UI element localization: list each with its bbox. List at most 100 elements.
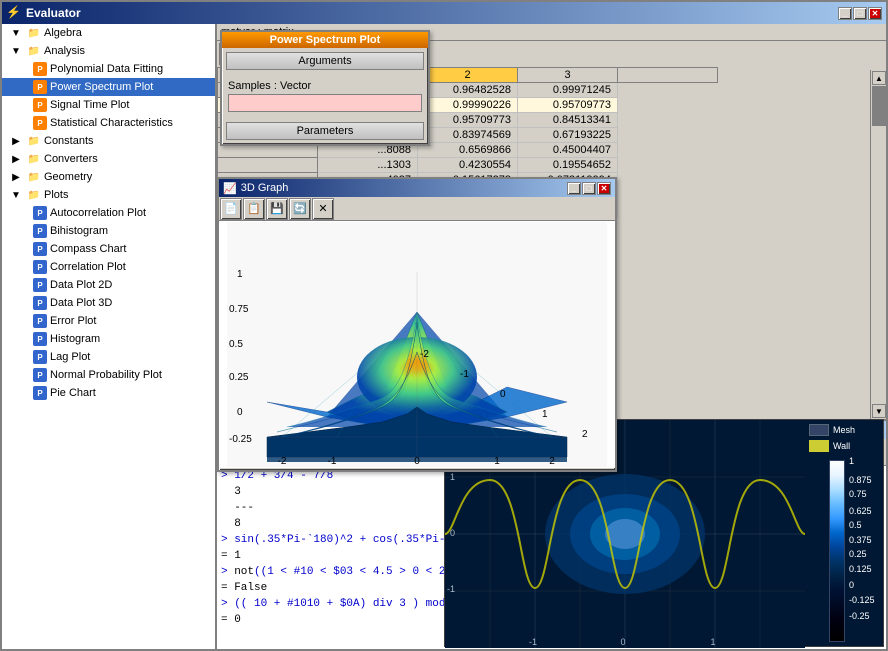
tree-item-statistical[interactable]: P Statistical Characteristics: [2, 114, 215, 132]
matrix-scrollbar[interactable]: ▲ ▼: [870, 70, 886, 419]
func-dataplot2d-icon: P: [32, 277, 48, 293]
tree-item-geometry[interactable]: ▶ 📁 Geometry: [2, 168, 215, 186]
tree-label-polynomial: Polynomial Data Fitting: [50, 63, 163, 75]
tree-label-powerspectrum: Power Spectrum Plot: [50, 81, 153, 93]
graph-3d-win-controls: _ □ ✕: [567, 182, 611, 195]
close-button[interactable]: ✕: [868, 7, 882, 20]
psp-samples-input[interactable]: [228, 94, 422, 112]
collapse-analysis-icon: ▼: [8, 43, 24, 59]
func-bihistogram-icon: P: [32, 223, 48, 239]
tree-item-polynomial[interactable]: P Polynomial Data Fitting: [2, 60, 215, 78]
svg-text:1: 1: [237, 269, 243, 280]
colorbar-panel: Mesh Wall 1 0.875 0.75 0.625 0.5 0.375 0…: [805, 420, 883, 646]
tree-label-correlation: Correlation Plot: [50, 261, 126, 273]
main-title-bar: ⚡ Evaluator _ □ ✕: [2, 2, 886, 24]
tree-item-normalprobability[interactable]: P Normal Probability Plot: [2, 366, 215, 384]
tree-item-bihistogram[interactable]: P Bihistogram: [2, 222, 215, 240]
tree-item-piechart[interactable]: P Pie Chart: [2, 384, 215, 402]
tree-item-correlation[interactable]: P Correlation Plot: [2, 258, 215, 276]
svg-text:1: 1: [450, 472, 455, 482]
func-normprobability-icon: P: [32, 367, 48, 383]
func-piechart-icon: P: [32, 385, 48, 401]
scale-label-0125: 0.125: [849, 564, 872, 574]
tree-item-algebra[interactable]: ▼ 📁 Algebra: [2, 24, 215, 42]
folder-geometry-icon: 📁: [26, 169, 42, 185]
graph-tb-copy[interactable]: 📋: [243, 198, 265, 220]
func-histogram-icon: P: [32, 331, 48, 347]
psp-panel: Power Spectrum Plot Arguments Samples : …: [220, 30, 430, 146]
color-scale: 1 0.875 0.75 0.625 0.5 0.375 0.25 0.125 …: [829, 460, 879, 642]
tree-label-converters: Converters: [44, 153, 98, 165]
tree-item-dataplot3d[interactable]: P Data Plot 3D: [2, 294, 215, 312]
minimize-button[interactable]: _: [838, 7, 852, 20]
tree-label-compass: Compass Chart: [50, 243, 126, 255]
maximize-button[interactable]: □: [853, 7, 867, 20]
graph-tb-refresh[interactable]: 🔄: [289, 198, 311, 220]
svg-text:0: 0: [414, 456, 420, 467]
wall-label: Wall: [833, 441, 850, 451]
tree-item-signaltime[interactable]: P Signal Time Plot: [2, 96, 215, 114]
app-icon: ⚡: [6, 5, 22, 21]
scroll-thumb[interactable]: [872, 86, 886, 126]
psp-arguments-label: Arguments: [298, 55, 351, 67]
svg-text:2: 2: [549, 456, 555, 467]
matrix-header-scroll: [618, 68, 718, 83]
graph-3d-title-icon: 📈: [223, 182, 237, 195]
tree-label-plots: Plots: [44, 189, 68, 201]
graph-3d-title: 📈 3D Graph _ □ ✕: [219, 179, 615, 197]
svg-text:0: 0: [500, 389, 506, 400]
folder-plots-icon: 📁: [26, 187, 42, 203]
func-correlation-icon: P: [32, 259, 48, 275]
graph-3d-minimize-btn[interactable]: _: [567, 182, 581, 195]
scale-label-0375: 0.375: [849, 535, 872, 545]
tree-item-errorplot[interactable]: P Error Plot: [2, 312, 215, 330]
func-errorplot-icon: P: [32, 313, 48, 329]
svg-text:-1: -1: [460, 369, 469, 380]
scale-label-0875: 0.875: [849, 475, 872, 485]
tree-item-lagplot[interactable]: P Lag Plot: [2, 348, 215, 366]
folder-icon: 📁: [26, 25, 42, 41]
matrix-row-6: ...1303 0.4230554 0.19554652: [218, 158, 718, 173]
svg-text:1: 1: [494, 456, 500, 467]
main-win-controls: _ □ ✕: [838, 7, 882, 20]
legend-wall: Wall: [809, 440, 879, 452]
scroll-down-btn[interactable]: ▼: [872, 404, 886, 418]
tree-item-compass[interactable]: P Compass Chart: [2, 240, 215, 258]
graph-tb-save[interactable]: 💾: [266, 198, 288, 220]
svg-text:1: 1: [710, 637, 715, 647]
tree-label-geometry: Geometry: [44, 171, 92, 183]
gradient-bar: [829, 460, 845, 642]
tree-item-constants[interactable]: ▶ 📁 Constants: [2, 132, 215, 150]
svg-text:-1: -1: [328, 456, 337, 467]
psp-samples-row: Samples : Vector: [228, 80, 422, 92]
tree-item-autocorrelation[interactable]: P Autocorrelation Plot: [2, 204, 215, 222]
tree-item-converters[interactable]: ▶ 📁 Converters: [2, 150, 215, 168]
scroll-up-btn[interactable]: ▲: [872, 71, 886, 85]
tree-item-histogram[interactable]: P Histogram: [2, 330, 215, 348]
func-dataplot3d-icon: P: [32, 295, 48, 311]
tree-item-powerspectrum[interactable]: P Power Spectrum Plot: [2, 78, 215, 96]
tree-label-dataplot3d: Data Plot 3D: [50, 297, 112, 309]
tree-item-dataplot2d[interactable]: P Data Plot 2D: [2, 276, 215, 294]
mesh-swatch: [809, 424, 829, 436]
tree-label-normalprobability: Normal Probability Plot: [50, 369, 162, 381]
graph-3d-close-btn[interactable]: ✕: [597, 182, 611, 195]
console-result-6: = 1: [221, 550, 241, 562]
scale-label-neg025: -0.25: [849, 611, 870, 621]
collapse-icon: ▼: [8, 25, 24, 41]
graph-tb-new[interactable]: 📄: [220, 198, 242, 220]
tree-item-analysis[interactable]: ▼ 📁 Analysis: [2, 42, 215, 60]
graph-tb-close[interactable]: ✕: [312, 198, 334, 220]
matrix-header-3: 3: [518, 68, 618, 83]
func-signal-icon: P: [32, 97, 48, 113]
tree-item-plots[interactable]: ▼ 📁 Plots: [2, 186, 215, 204]
expand-converters-icon: ▶: [8, 151, 24, 167]
func-autocorr-icon: P: [32, 205, 48, 221]
graph-3d-maximize-btn[interactable]: □: [582, 182, 596, 195]
console-input-9: > (( 10 + #1010 + $0A) div 3 ) mod 10: [221, 598, 465, 610]
func-statistical-icon: P: [32, 115, 48, 131]
psp-parameters-section: Parameters: [226, 122, 424, 140]
svg-text:0: 0: [237, 407, 243, 418]
func-lagplot-icon: P: [32, 349, 48, 365]
tree-label-signaltime: Signal Time Plot: [50, 99, 129, 111]
